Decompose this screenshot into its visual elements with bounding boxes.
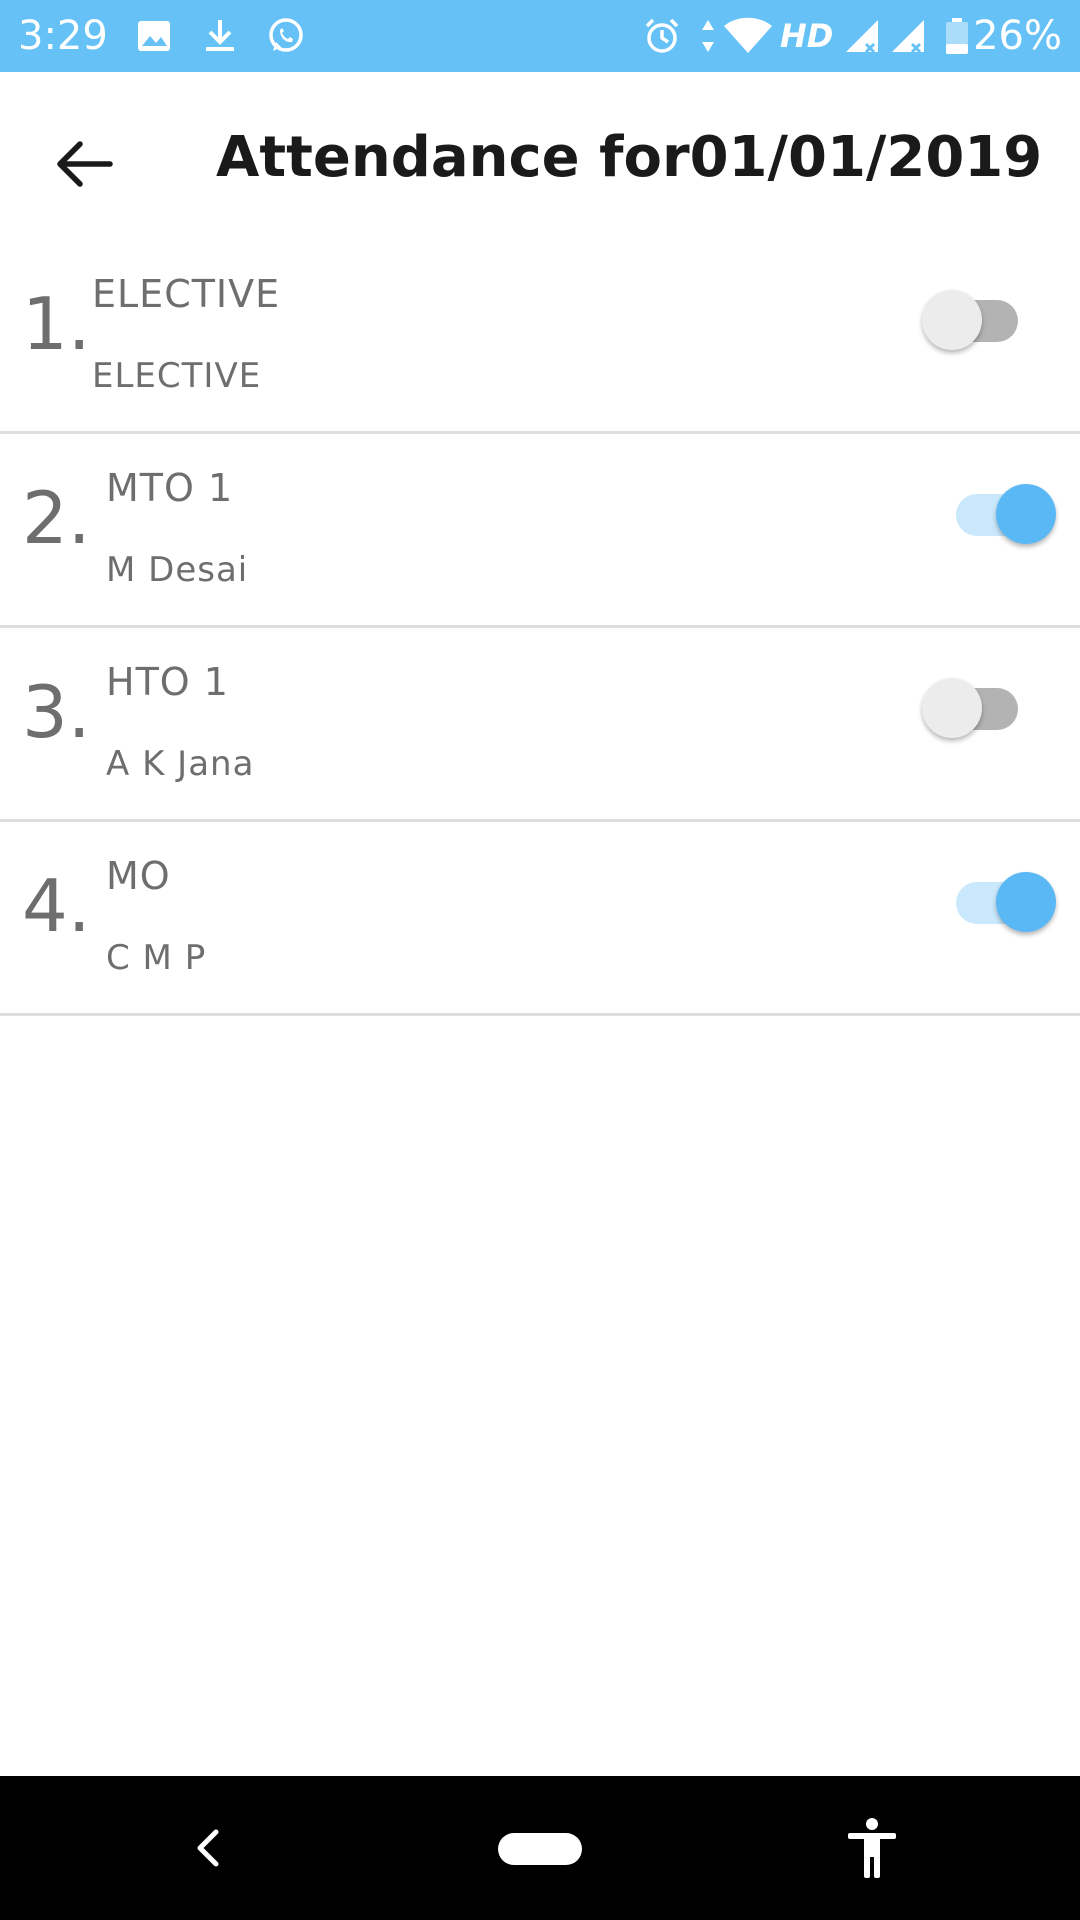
nav-home-pill-icon[interactable] [498,1833,582,1865]
page-title: Attendance for01/01/2019 [216,125,1043,190]
row-title: HTO 1 [106,660,229,704]
attendance-row: 1. ELECTIVE ELECTIVE [0,240,1080,434]
attendance-toggle[interactable] [922,280,1032,360]
attendance-screen: 3:29 HD 26% Attendance for01/01/2019 1. … [0,0,1080,1920]
battery-icon [946,18,968,54]
row-subtitle: A K Jana [106,744,255,784]
image-icon [138,21,170,51]
status-bar: 3:29 HD 26% [0,0,1080,72]
toggle-thumb [996,484,1056,544]
battery-percentage: 26% [973,13,1062,59]
toggle-thumb [996,872,1056,932]
download-icon [206,20,234,51]
alarm-icon [645,18,679,53]
row-index: 3. [22,670,91,754]
row-subtitle: ELECTIVE [92,356,262,396]
network-type-label: HD [780,17,834,55]
attendance-row: 3. HTO 1 A K Jana [0,628,1080,822]
attendance-toggle[interactable] [946,474,1056,554]
row-subtitle: M Desai [106,550,249,590]
row-subtitle: C M P [106,938,207,978]
app-bar: Attendance for01/01/2019 [0,72,1080,240]
row-title: MTO 1 [106,466,234,510]
nav-back-icon[interactable] [188,1824,228,1872]
row-index: 1. [22,282,91,366]
row-title: MO [106,854,171,898]
arrow-left-icon[interactable] [44,124,124,204]
toggle-thumb [922,290,982,350]
status-time: 3:29 [18,13,108,59]
wifi-icon [724,17,772,53]
attendance-list: 1. ELECTIVE ELECTIVE 2. MTO 1 M Desai 3.… [0,240,1080,1016]
attendance-row: 4. MO C M P [0,822,1080,1016]
attendance-toggle[interactable] [946,862,1056,942]
signal-icon [846,20,878,54]
attendance-toggle[interactable] [922,668,1032,748]
row-title: ELECTIVE [92,272,281,316]
whatsapp-icon [269,18,303,52]
navigation-bar [0,1776,1080,1920]
data-arrows-icon [702,20,714,52]
accessibility-icon[interactable] [846,1816,898,1880]
row-index: 2. [22,476,91,560]
signal-icon [892,20,924,54]
toggle-thumb [922,678,982,738]
attendance-row: 2. MTO 1 M Desai [0,434,1080,628]
row-index: 4. [22,864,91,948]
